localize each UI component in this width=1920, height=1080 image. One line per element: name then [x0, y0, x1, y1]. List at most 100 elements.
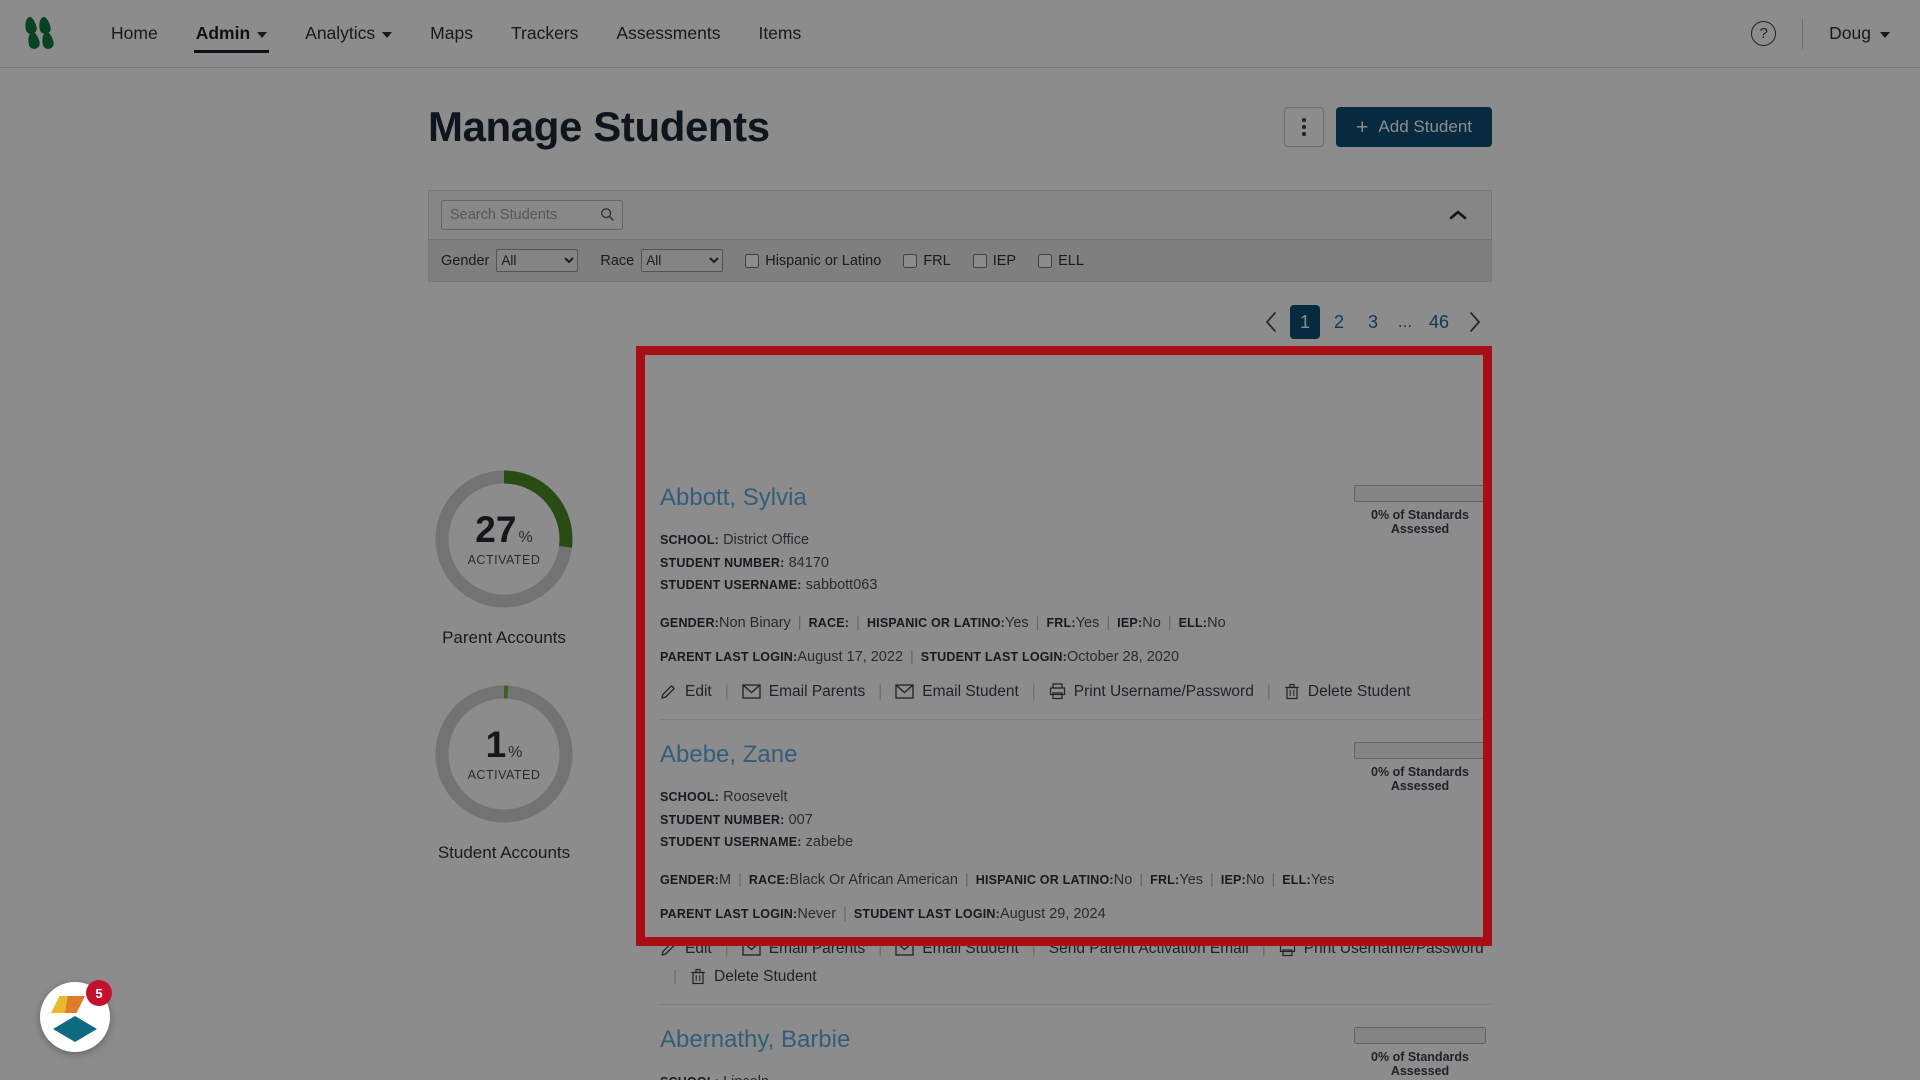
- student-number-value: 84170: [788, 554, 829, 571]
- action-print-username-password[interactable]: Print Username/Password: [1279, 940, 1484, 958]
- field-separator: |: [1106, 614, 1111, 631]
- checkbox-input[interactable]: [972, 253, 987, 268]
- nav-item-label: Trackers: [510, 23, 579, 43]
- help-icon[interactable]: ?: [1751, 21, 1777, 46]
- standards-progress: 0% of Standards Assessed: [1348, 485, 1492, 536]
- nav-divider: [1802, 18, 1804, 49]
- nav-item-assessments[interactable]: Assessments: [597, 0, 739, 68]
- pagination-page-1[interactable]: 1: [1289, 305, 1320, 339]
- gender-label: GENDER:: [660, 872, 720, 887]
- field-separator: |: [1035, 614, 1040, 631]
- student-actions-row: Edit | Email Parents | Email Student | Print U…: [660, 683, 1492, 701]
- ell-label: ELL:: [1178, 615, 1208, 630]
- hispanic-value: Yes: [1005, 614, 1029, 631]
- action-label: Edit: [685, 682, 712, 700]
- student-meta-block: SCHOOL: District Office STUDENT NUMBER: 8…: [660, 529, 1492, 596]
- action-send-parent-activation-email[interactable]: Send Parent Activation Email: [1049, 940, 1249, 958]
- otus-logo[interactable]: [23, 15, 66, 51]
- nav-item-admin[interactable]: Admin: [177, 0, 286, 68]
- action-edit[interactable]: Edit: [660, 940, 712, 958]
- pagination-page-3[interactable]: 3: [1358, 305, 1388, 339]
- hispanic-label: HISPANIC OR LATINO:: [866, 615, 1005, 630]
- nav-item-trackers[interactable]: Trackers: [492, 0, 597, 68]
- action-email-parents[interactable]: Email Parents: [742, 940, 865, 958]
- ell-label: ELL:: [1282, 872, 1311, 887]
- action-email-student[interactable]: Email Student: [895, 940, 1019, 958]
- action-print-username-password[interactable]: Print Username/Password: [1049, 683, 1254, 701]
- action-delete-student[interactable]: Delete Student: [1284, 683, 1410, 701]
- gender-filter-select[interactable]: All: [496, 249, 579, 272]
- parent-last-login-value: Never: [797, 905, 837, 922]
- add-student-button[interactable]: + Add Student: [1336, 107, 1492, 147]
- collapse-panel-chevron-up-icon[interactable]: [1445, 202, 1471, 228]
- nav-item-label: Analytics: [305, 23, 376, 43]
- trash-icon: [690, 968, 706, 985]
- school-label: SCHOOL:: [660, 533, 720, 548]
- student-username-row: STUDENT USERNAME: zabebe: [660, 831, 1492, 853]
- pencil-icon: [660, 940, 677, 957]
- nav-items: Home Admin Analytics Maps Trackers Assessment…: [92, 0, 820, 68]
- pencil-icon: [660, 683, 677, 700]
- pagination-prev-button[interactable]: [1256, 305, 1286, 339]
- checkbox-label: FRL: [923, 252, 951, 269]
- pagination-next-button[interactable]: [1460, 305, 1490, 339]
- page-title: Manage Students: [428, 103, 770, 150]
- action-separator: |: [1031, 682, 1036, 700]
- student-demographics-row: GENDER:Non Binary | RACE: | HISPANIC OR LATI…: [660, 615, 1492, 631]
- gender-value: M: [719, 871, 732, 888]
- checkbox-input[interactable]: [903, 253, 918, 268]
- field-separator: |: [1271, 871, 1276, 888]
- nav-item-analytics[interactable]: Analytics: [286, 0, 411, 68]
- nav-item-label: Home: [111, 23, 158, 43]
- student-username-value: zabebe: [805, 834, 854, 851]
- checkbox-label: ELL: [1058, 252, 1084, 269]
- search-input[interactable]: [441, 200, 623, 230]
- field-separator: |: [1139, 871, 1144, 888]
- plus-icon: +: [1356, 115, 1369, 139]
- action-edit[interactable]: Edit: [660, 683, 712, 701]
- more-actions-button[interactable]: [1284, 107, 1325, 147]
- iep-value: No: [1245, 871, 1265, 888]
- donut-ring: 1% ACTIVATED: [428, 678, 580, 830]
- kebab-dot: [1302, 132, 1306, 136]
- school-value: District Office: [723, 532, 810, 549]
- race-filter-select[interactable]: All: [641, 249, 724, 272]
- envelope-icon: [895, 941, 914, 956]
- pagination-page-46[interactable]: 46: [1422, 305, 1456, 339]
- standards-progress-caption: 0% of Standards Assessed: [1371, 1049, 1469, 1078]
- student-login-row: PARENT LAST LOGIN:August 17, 2022 | STUDEN…: [660, 649, 1492, 665]
- field-separator: |: [797, 614, 802, 631]
- filter-checkbox-hispanic-or-latino[interactable]: Hispanic or Latino: [745, 253, 881, 269]
- school-value: Lincoln: [723, 1074, 769, 1080]
- nav-item-maps[interactable]: Maps: [411, 0, 492, 68]
- action-email-student[interactable]: Email Student: [895, 683, 1019, 701]
- checkbox-input[interactable]: [745, 253, 760, 268]
- account-activation-charts: 27% ACTIVATED Parent Accounts 1% ACTIVATED St…: [428, 463, 580, 893]
- iep-label: IEP:: [1220, 872, 1246, 887]
- student-login-row: PARENT LAST LOGIN:Never | STUDENT LAST LOG…: [660, 906, 1492, 922]
- action-email-parents[interactable]: Email Parents: [742, 683, 865, 701]
- chat-unread-badge: 5: [86, 980, 112, 1006]
- student-card: Abbott, Sylvia 0% of Standards Assessed SC…: [660, 463, 1492, 720]
- pagination-ellipsis: ...: [1397, 312, 1413, 331]
- nav-item-label: Maps: [430, 23, 473, 43]
- donut-value-number: 1: [485, 724, 507, 765]
- filter-checkbox-ell[interactable]: ELL: [1038, 253, 1084, 269]
- donut-value-number: 27: [475, 509, 517, 550]
- checkbox-input[interactable]: [1038, 253, 1053, 268]
- support-chat-launcher[interactable]: 5: [40, 980, 112, 1052]
- nav-item-items[interactable]: Items: [739, 0, 820, 68]
- printer-icon: [1049, 683, 1066, 700]
- pagination-page-2[interactable]: 2: [1324, 305, 1354, 339]
- pagination-pages: 1 2 3... 46: [1289, 305, 1456, 339]
- student-demographics-row: GENDER:M | RACE:Black Or African American |…: [660, 872, 1492, 888]
- chevron-down-icon: [257, 31, 268, 38]
- action-delete-student[interactable]: Delete Student: [690, 968, 817, 986]
- filter-checkbox-iep[interactable]: IEP: [972, 253, 1016, 269]
- donut-subtitle: ACTIVATED: [467, 768, 541, 782]
- user-menu[interactable]: Doug: [1829, 23, 1890, 44]
- filter-checkbox-frl[interactable]: FRL: [903, 252, 951, 269]
- nav-item-home[interactable]: Home: [92, 0, 177, 68]
- donut-subtitle: ACTIVATED: [467, 553, 541, 567]
- trash-icon: [1284, 683, 1300, 700]
